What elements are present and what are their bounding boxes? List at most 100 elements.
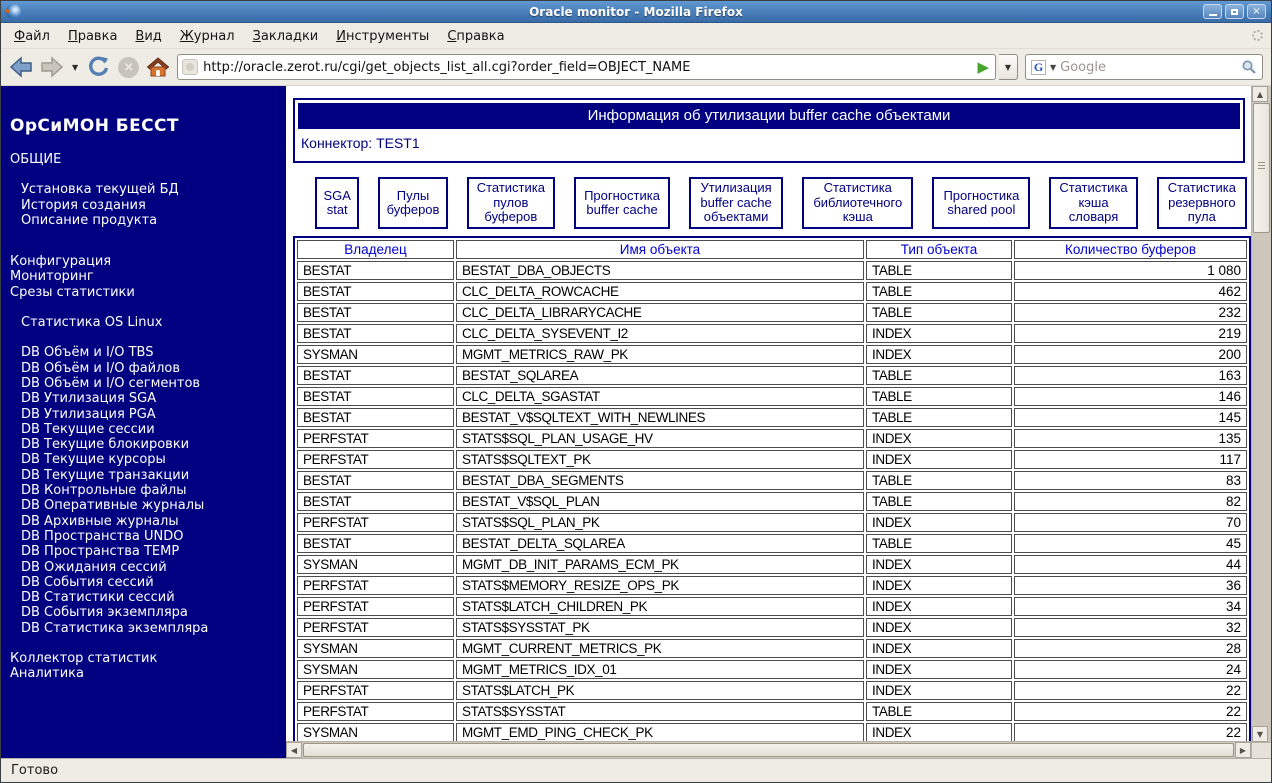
go-button[interactable]: ▶ <box>977 58 991 76</box>
sidebar-item[interactable]: Срезы статистики <box>10 285 282 300</box>
menu-item-Правка[interactable]: Правка <box>59 26 126 47</box>
sidebar-item[interactable]: DB Текущие курсоры <box>10 452 282 467</box>
back-button[interactable] <box>9 56 33 78</box>
object-type-cell: INDEX <box>866 450 1012 469</box>
sidebar-item[interactable]: DB Оперативные журналы <box>10 498 282 513</box>
object-type-cell: TABLE <box>866 408 1012 427</box>
table-row: SYSMAN MGMT_METRICS_IDX_01 INDEX 24 <box>297 660 1247 679</box>
home-button[interactable] <box>146 56 170 78</box>
sidebar-item[interactable]: Аналитика <box>10 666 282 681</box>
table-row: PERFSTAT STATS$SQL_PLAN_PK INDEX 70 <box>297 513 1247 532</box>
sidebar-item[interactable]: DB Текущие сессии <box>10 422 282 437</box>
sidebar-item[interactable]: Установка текущей БД <box>10 182 282 197</box>
table-row: PERFSTAT STATS$LATCH_CHILDREN_PK INDEX 34 <box>297 597 1247 616</box>
object-type-cell: INDEX <box>866 555 1012 574</box>
horizontal-scroll-thumb[interactable] <box>303 743 1234 757</box>
vertical-scroll-track[interactable] <box>1252 233 1271 726</box>
sidebar-item[interactable]: Конфигурация <box>10 254 282 269</box>
sidebar-item[interactable]: DB Утилизация SGA <box>10 391 282 406</box>
menu-item-Вид[interactable]: Вид <box>126 26 170 47</box>
menu-item-Справка[interactable]: Справка <box>438 26 513 47</box>
column-header-sort[interactable]: Имя объекта <box>456 240 864 259</box>
sidebar-item[interactable]: Статистика OS Linux <box>10 315 282 330</box>
window-title: Oracle monitor - Mozilla Firefox <box>529 4 743 19</box>
sidebar-item[interactable]: Описание продукта <box>10 213 282 228</box>
object-name-cell: BESTAT_SQLAREA <box>456 366 864 385</box>
url-input[interactable]: http://oracle.zerot.ru/cgi/get_objects_l… <box>203 60 972 75</box>
sidebar-item[interactable]: DB Текущие блокировки <box>10 437 282 452</box>
sidebar-item[interactable]: DB Пространства TEMP <box>10 544 282 559</box>
tab-button[interactable]: Статистика кэша словаря <box>1049 177 1138 229</box>
url-bar[interactable]: http://oracle.zerot.ru/cgi/get_objects_l… <box>177 54 996 80</box>
table-row: PERFSTAT STATS$LATCH_PK INDEX 22 <box>297 681 1247 700</box>
sidebar-item[interactable]: DB Утилизация PGA <box>10 407 282 422</box>
tab-button[interactable]: Прогностика shared pool <box>932 177 1031 229</box>
sidebar-item[interactable]: DB Объём и I/O файлов <box>10 361 282 376</box>
object-name-cell: BESTAT_DBA_SEGMENTS <box>456 471 864 490</box>
minimize-button[interactable] <box>1203 4 1222 19</box>
scroll-right-icon[interactable]: ▶ <box>1235 742 1251 758</box>
sidebar-item[interactable]: Мониторинг <box>10 269 282 284</box>
tab-button[interactable]: Статистика пулов буферов <box>466 177 556 229</box>
sidebar-item[interactable]: ОБЩИЕ <box>10 152 282 167</box>
sidebar-item[interactable]: Коллектор статистик <box>10 651 282 666</box>
google-engine-icon[interactable]: G <box>1031 59 1046 75</box>
buffer-count-cell: 83 <box>1014 471 1247 490</box>
object-name-cell: MGMT_CURRENT_METRICS_PK <box>456 639 864 658</box>
column-header-sort[interactable]: Тип объекта <box>866 240 1012 259</box>
sidebar-item[interactable]: DB Текущие транзакции <box>10 468 282 483</box>
search-engine-dropdown-icon[interactable]: ▼ <box>1050 63 1056 72</box>
history-dropdown-icon[interactable]: ▼ <box>71 63 79 72</box>
object-type-cell: INDEX <box>866 681 1012 700</box>
table-row: PERFSTAT STATS$SYSSTAT TABLE 22 <box>297 702 1247 721</box>
horizontal-scrollbar[interactable]: ◀ ▶ <box>286 741 1251 758</box>
owner-cell: PERFSTAT <box>297 513 454 532</box>
search-bar[interactable]: G ▼ Google <box>1025 54 1263 80</box>
url-history-dropdown[interactable]: ▼ <box>999 54 1018 80</box>
menu-item-Журнал[interactable]: Журнал <box>171 26 244 47</box>
scroll-up-icon[interactable]: ▲ <box>1252 86 1268 102</box>
menu-item-Инструменты[interactable]: Инструменты <box>327 26 438 47</box>
table-row: BESTAT BESTAT_V$SQLTEXT_WITH_NEWLINES TABL… <box>297 408 1247 427</box>
sidebar-item[interactable]: DB Ожидания сессий <box>10 560 282 575</box>
column-header-sort[interactable]: Количество буферов <box>1014 240 1247 259</box>
column-header-sort[interactable]: Владелец <box>297 240 454 259</box>
status-text: Готово <box>11 763 59 778</box>
menu-item-Закладки[interactable]: Закладки <box>244 26 328 47</box>
scroll-down-icon[interactable]: ▼ <box>1252 726 1268 742</box>
reload-button[interactable] <box>86 55 111 79</box>
stop-button[interactable]: × <box>118 56 140 78</box>
sidebar-item[interactable]: DB События экземпляра <box>10 605 282 620</box>
vertical-scroll-thumb[interactable] <box>1253 103 1270 233</box>
owner-cell: SYSMAN <box>297 723 454 741</box>
vertical-scrollbar[interactable]: ▲ ▼ <box>1251 86 1271 758</box>
sidebar-item[interactable]: DB Объём и I/O сегментов <box>10 376 282 391</box>
tab-button[interactable]: Статистика библиотечного кэша <box>802 177 914 229</box>
forward-button[interactable] <box>40 56 64 78</box>
maximize-button[interactable] <box>1225 4 1244 19</box>
sidebar-item[interactable]: DB Статистики сессий <box>10 590 282 605</box>
close-button[interactable]: × <box>1247 4 1266 19</box>
table-row: SYSMAN MGMT_CURRENT_METRICS_PK INDEX 28 <box>297 639 1247 658</box>
scroll-left-icon[interactable]: ◀ <box>286 742 302 758</box>
table-row: PERFSTAT STATS$SYSSTAT_PK INDEX 32 <box>297 618 1247 637</box>
search-input[interactable]: Google <box>1060 60 1237 75</box>
tab-button[interactable]: Пулы буферов <box>378 177 448 229</box>
tab-button[interactable]: Прогностика buffer cache <box>574 177 671 229</box>
tab-button[interactable]: Утилизация buffer cache объектами <box>689 177 784 229</box>
sidebar-item[interactable]: История создания <box>10 198 282 213</box>
sidebar-item[interactable]: DB События сессий <box>10 575 282 590</box>
tab-button[interactable]: SGA stat <box>315 177 360 229</box>
sidebar-item[interactable]: DB Пространства UNDO <box>10 529 282 544</box>
tab-button[interactable]: Статистика резервного пула <box>1156 177 1247 229</box>
sidebar-item[interactable]: DB Объём и I/O TBS <box>10 345 282 360</box>
sidebar-item[interactable]: DB Контрольные файлы <box>10 483 282 498</box>
sidebar-item[interactable]: DB Статистика экземпляра <box>10 621 282 636</box>
menu-item-Файл[interactable]: Файл <box>5 26 59 47</box>
buffer-count-cell: 24 <box>1014 660 1247 679</box>
app-title: ОрСиМОН БЕССТ <box>10 116 179 136</box>
table-row: BESTAT BESTAT_DELTA_SQLAREA TABLE 45 <box>297 534 1247 553</box>
object-name-cell: MGMT_EMD_PING_CHECK_PK <box>456 723 864 741</box>
owner-cell: BESTAT <box>297 366 454 385</box>
sidebar-item[interactable]: DB Архивные журналы <box>10 514 282 529</box>
